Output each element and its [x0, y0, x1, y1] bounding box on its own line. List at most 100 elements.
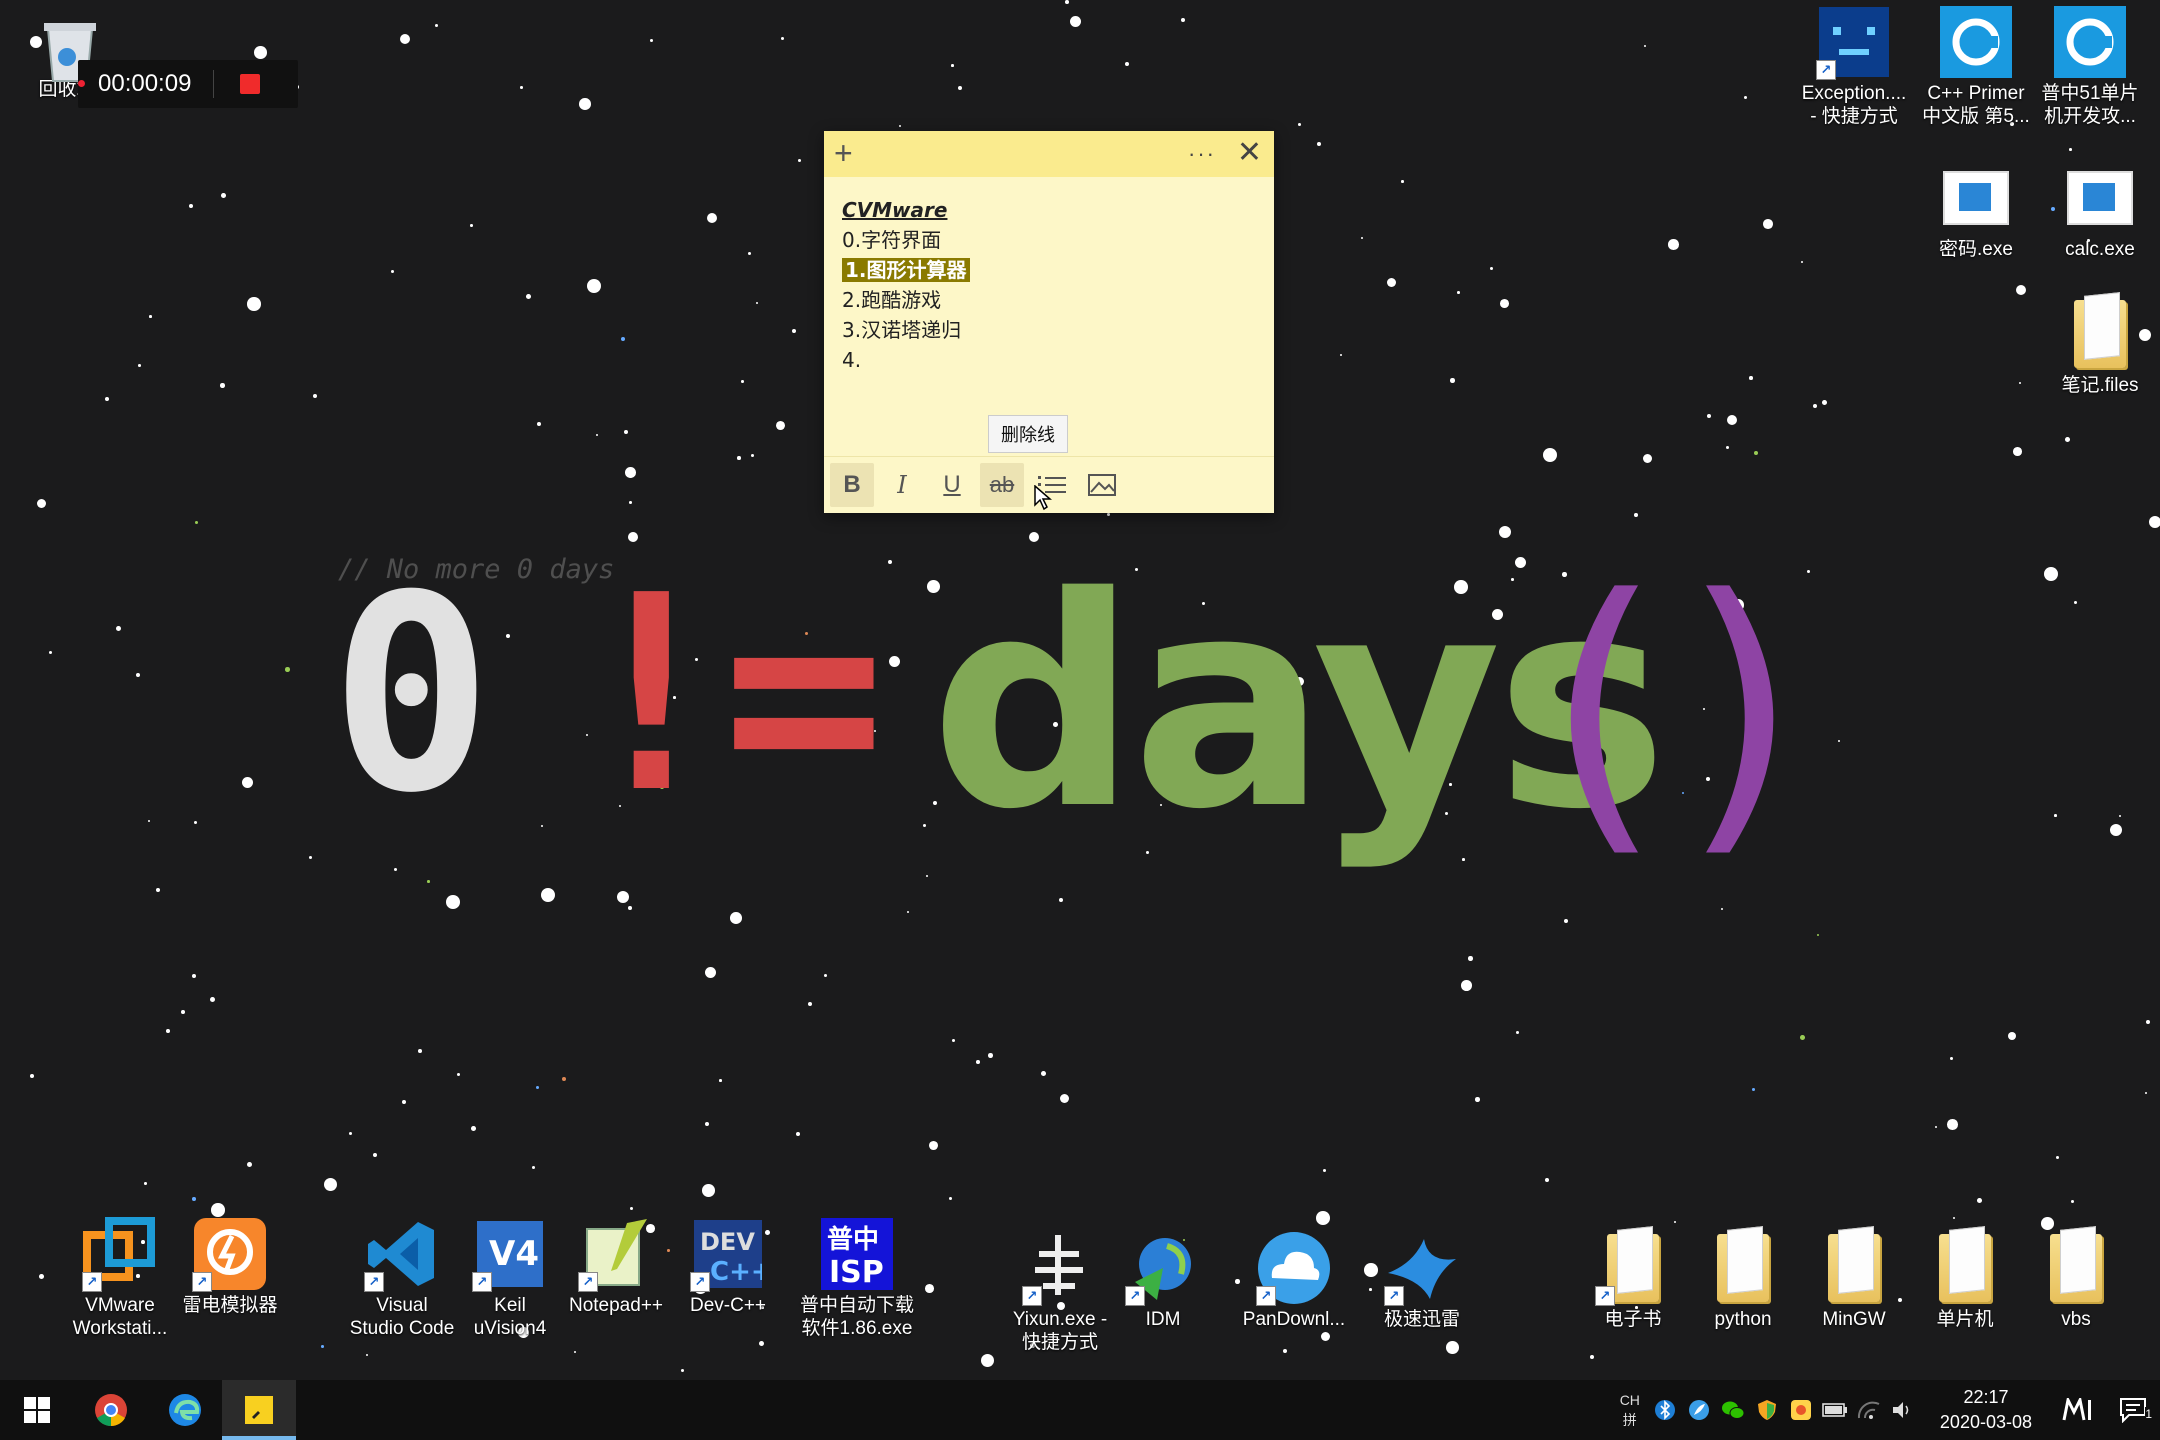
app-m-icon[interactable]: [2054, 1395, 2104, 1425]
desktop-icon-ebooks[interactable]: ↗ 电子书: [1573, 1230, 1693, 1331]
star: [192, 974, 197, 979]
desktop-icon-pandownload[interactable]: ↗ PanDownl...: [1234, 1230, 1354, 1331]
desktop-icon-xunlei[interactable]: ↗ 极速迅雷: [1362, 1230, 1482, 1331]
star: [1317, 142, 1322, 147]
star: [2044, 567, 2058, 581]
underline-button[interactable]: U: [930, 463, 974, 507]
star: [148, 820, 151, 823]
star: [210, 997, 215, 1002]
star: [976, 1060, 980, 1064]
close-icon[interactable]: ✕: [1237, 135, 1262, 170]
star: [792, 329, 797, 334]
star: [1749, 376, 1753, 380]
star: [1935, 1126, 1938, 1129]
folder-icon: ↗: [1595, 1230, 1671, 1306]
star: [2016, 285, 2027, 296]
sticky-note-window[interactable]: + ··· ✕ CVMware 0.字符界面 1.图形计算器 2.跑酷游戏 3.…: [824, 131, 1274, 513]
taskbar-edge[interactable]: [148, 1380, 222, 1440]
system-tray: CH 拼 22:17 2020-03-08 1: [1620, 1380, 2160, 1440]
desktop-icon-idm[interactable]: ↗ IDM: [1103, 1230, 1223, 1331]
desktop-icon-pz51[interactable]: 普中51单片 机开发攻...: [2030, 4, 2150, 128]
star: [625, 467, 636, 478]
app-tray-icon[interactable]: [1786, 1395, 1816, 1425]
desktop-icon-label: 笔记.files: [2061, 375, 2139, 396]
desktop-icon-mima-exe[interactable]: 密码.exe: [1916, 160, 2036, 261]
desktop-icon-keil[interactable]: V4 ↗ Keil uVision4: [450, 1216, 570, 1340]
notification-center-icon[interactable]: 1: [2108, 1395, 2158, 1425]
star: [756, 302, 759, 305]
star: [1446, 1341, 1459, 1354]
desktop-icon-mcu[interactable]: 单片机: [1905, 1230, 2025, 1331]
star: [470, 224, 473, 227]
sticky-note-content[interactable]: CVMware 0.字符界面 1.图形计算器 2.跑酷游戏 3.汉诺塔递归 4.: [824, 177, 1274, 375]
start-button[interactable]: [0, 1380, 74, 1440]
input-language[interactable]: CH 拼: [1620, 1390, 1640, 1430]
insert-image-button[interactable]: [1080, 463, 1124, 507]
cpp-primer-icon: [1938, 4, 2014, 80]
star: [471, 1126, 476, 1131]
volume-icon[interactable]: [1888, 1395, 1918, 1425]
security-shield-icon[interactable]: [1752, 1395, 1782, 1425]
sticky-note-header[interactable]: + ··· ✕: [824, 131, 1274, 177]
desktop-icon-calc-exe[interactable]: calc.exe: [2040, 160, 2160, 261]
stop-recording-button[interactable]: [240, 74, 261, 94]
xunlei-icon: ↗: [1384, 1230, 1460, 1306]
bluetooth-icon[interactable]: [1650, 1395, 1680, 1425]
star: [30, 1074, 35, 1079]
star: [1387, 278, 1396, 287]
desktop-icon-mingw[interactable]: MinGW: [1794, 1230, 1914, 1331]
feather-icon[interactable]: [1684, 1395, 1714, 1425]
star: [1564, 919, 1569, 924]
wechat-icon[interactable]: [1718, 1395, 1748, 1425]
star: [1107, 513, 1111, 517]
desktop-icon-label: VMware Workstati...: [72, 1295, 168, 1339]
taskbar-chrome[interactable]: [74, 1380, 148, 1440]
note-title: CVMware: [842, 198, 948, 222]
desktop-icon-cpp-primer[interactable]: C++ Primer 中文版 第5...: [1916, 4, 2036, 128]
folder-icon: [1927, 1230, 2003, 1306]
desktop-icon-exception[interactable]: ↗ Exception.... - 快捷方式: [1794, 4, 1914, 128]
wallpaper-parens: (): [1545, 535, 1820, 884]
star: [2056, 1156, 2060, 1160]
desktop-icon-vmware[interactable]: ↗ VMware Workstati...: [60, 1216, 180, 1340]
star: [366, 1354, 368, 1356]
clock[interactable]: 22:17 2020-03-08: [1940, 1385, 2032, 1435]
desktop-icon-pz-isp[interactable]: 普中 ISP 普中自动下载 软件1.86.exe: [796, 1216, 918, 1340]
desktop-icon-label: 普中51单片 机开发攻...: [2041, 83, 2139, 127]
pz-isp-icon: 普中 ISP: [819, 1216, 895, 1292]
svg-text:V4: V4: [489, 1234, 539, 1274]
star: [2149, 516, 2160, 528]
star: [541, 888, 555, 902]
taskbar-sticky-notes[interactable]: [222, 1380, 296, 1440]
star: [1707, 414, 1712, 419]
desktop-icon-devcpp[interactable]: DEV C++ ↗ Dev-C++: [668, 1216, 788, 1317]
desktop-icon-label: 雷电模拟器: [182, 1295, 278, 1316]
star: [1744, 96, 1748, 100]
wifi-icon[interactable]: [1854, 1395, 1884, 1425]
pz51-icon: [2052, 4, 2128, 80]
desktop-icon-vscode[interactable]: ↗ Visual Studio Code: [342, 1216, 462, 1340]
star: [1516, 1031, 1520, 1035]
star: [242, 777, 254, 789]
desktop-icon-yixun[interactable]: ↗ Yixun.exe - 快捷方式: [1000, 1230, 1120, 1354]
desktop-icon-python[interactable]: python: [1683, 1230, 1803, 1331]
desktop-icon-notepadpp[interactable]: ↗ Notepad++: [556, 1216, 676, 1317]
star: [579, 98, 591, 110]
star: [181, 1010, 185, 1014]
star: [889, 656, 901, 668]
star: [737, 456, 741, 460]
star: [1181, 18, 1186, 23]
star: [1490, 267, 1493, 270]
battery-icon[interactable]: [1820, 1395, 1850, 1425]
bold-button[interactable]: B: [830, 463, 874, 507]
more-options-icon[interactable]: ···: [1188, 141, 1216, 167]
strikethrough-button[interactable]: ab: [980, 463, 1024, 507]
italic-button[interactable]: I: [880, 463, 924, 507]
star: [1450, 378, 1455, 383]
clock-time: 22:17: [1963, 1387, 2009, 1407]
add-note-icon[interactable]: +: [834, 135, 853, 172]
desktop-icon-ldplayer[interactable]: ↗ 雷电模拟器: [170, 1216, 290, 1317]
star: [1065, 0, 1069, 4]
desktop-icon-notes-files[interactable]: 笔记.files: [2040, 296, 2160, 397]
desktop-icon-vbs[interactable]: vbs: [2016, 1230, 2136, 1331]
